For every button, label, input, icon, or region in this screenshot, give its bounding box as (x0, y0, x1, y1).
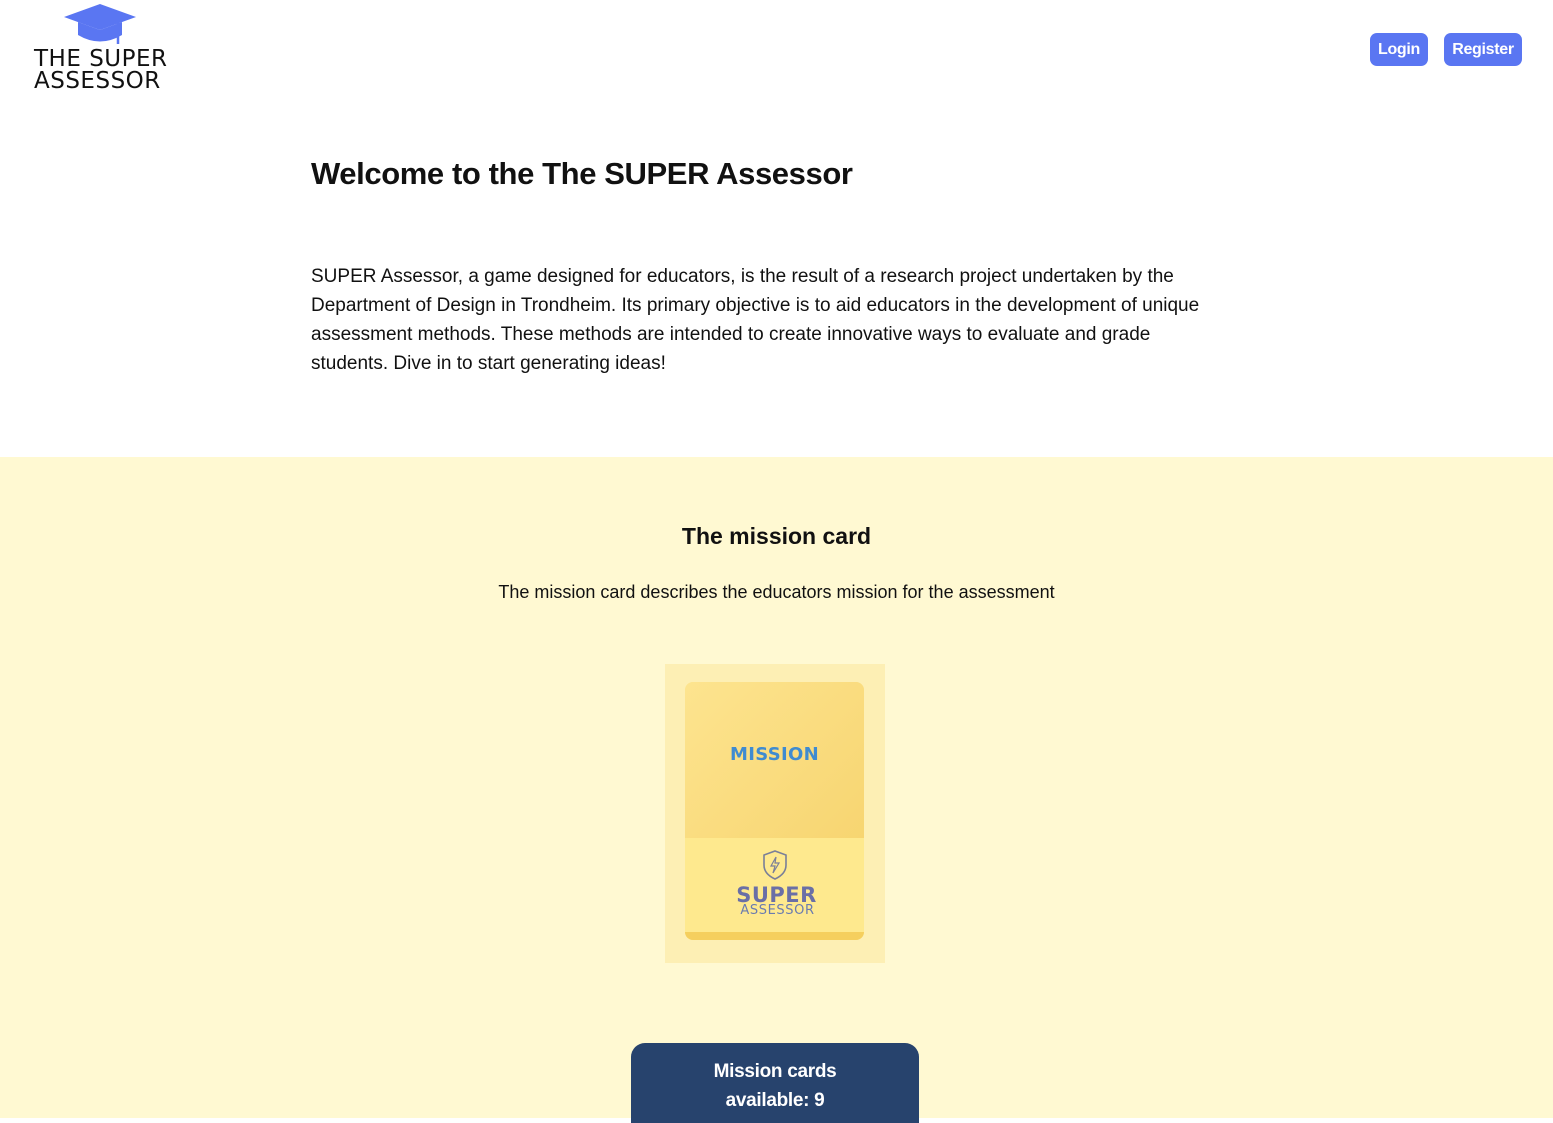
page-title: Welcome to the The SUPER Assessor (311, 156, 853, 191)
site-logo[interactable]: THE SUPER ASSESSOR (34, 2, 174, 94)
graduation-cap-icon (64, 4, 136, 44)
shield-bolt-icon (763, 850, 787, 880)
intro-description: SUPER Assessor, a game designed for educ… (311, 266, 1200, 374)
card-brand-assessor: ASSESSOR (740, 903, 815, 918)
login-button[interactable]: Login (1370, 33, 1428, 66)
mission-title: The mission card (681, 523, 872, 549)
mission-card-count: Mission cards available: 9 (631, 1043, 919, 1123)
count-line-2: available: 9 (725, 1090, 825, 1111)
logo-wordmark: THE SUPER ASSESSOR (34, 46, 168, 94)
register-button[interactable]: Register (1444, 33, 1522, 66)
logo-line-2: ASSESSOR (34, 68, 161, 94)
card-label: MISSION (730, 744, 819, 765)
count-line-1: Mission cards (713, 1061, 837, 1082)
logo-line-1: THE SUPER (34, 46, 168, 72)
mission-card-frame[interactable]: MISSION SUPER ASSESSOR (665, 664, 885, 963)
mission-section: The mission card The mission card descri… (0, 457, 1553, 1123)
mission-description: The mission card describes the educators… (498, 582, 1055, 602)
site-header: THE SUPER ASSESSOR Login Register (0, 0, 1553, 110)
mission-card[interactable]: MISSION SUPER ASSESSOR (685, 682, 864, 940)
card-bottom-stripe (685, 932, 864, 940)
